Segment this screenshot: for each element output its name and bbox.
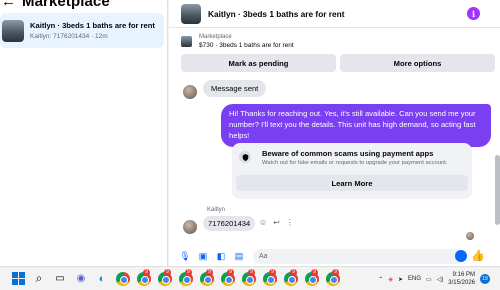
listing-small-thumbnail bbox=[181, 36, 192, 47]
chrome-profile-icon[interactable]: 9 bbox=[136, 268, 152, 287]
chevron-up-icon[interactable]: ⌃ bbox=[378, 276, 383, 283]
start-button[interactable] bbox=[10, 271, 26, 287]
header-thumbnail[interactable] bbox=[181, 3, 201, 24]
gif-icon[interactable]: ▤ bbox=[233, 250, 245, 262]
react-icon[interactable]: ☺ bbox=[259, 218, 267, 227]
listing-summary[interactable]: Marketplace $730 · 3beds 1 baths are for… bbox=[181, 34, 294, 49]
conversation-title: Kaitlyn · 3beds 1 baths are for rent bbox=[30, 21, 155, 30]
conversation-preview: Kaitlyn: 7176201434 · 12m bbox=[30, 33, 108, 40]
mark-as-pending-button[interactable]: Mark as pending bbox=[181, 54, 336, 72]
chrome-profile-icon[interactable]: 9 bbox=[178, 268, 194, 287]
conversation-list-pane: ← Marketplace Kaitlyn · 3beds 1 baths ar… bbox=[0, 0, 168, 266]
reply-icon[interactable]: ↩ bbox=[273, 218, 280, 227]
search-icon[interactable]: ⌕ bbox=[31, 271, 47, 287]
scam-warning-subtitle: Watch out for fake emails or requests to… bbox=[262, 160, 448, 166]
learn-more-button[interactable]: Learn More bbox=[236, 175, 468, 191]
left-header: ← Marketplace bbox=[0, 0, 110, 10]
location-icon[interactable]: ➤ bbox=[398, 276, 403, 283]
app-tray-icon[interactable]: ◈ bbox=[388, 276, 393, 283]
conversation-item[interactable]: Kaitlyn · 3beds 1 baths are for rent Kai… bbox=[0, 13, 164, 48]
chat-pane: Kaitlyn · 3beds 1 baths are for rent i M… bbox=[169, 0, 500, 266]
incoming-message-bubble: 7176201434 bbox=[203, 216, 256, 231]
clock[interactable]: 9:16 PM 3/15/2026 bbox=[448, 271, 475, 287]
chrome-profile-icon[interactable]: 9 bbox=[283, 268, 299, 287]
notification-badge: 9 bbox=[206, 268, 213, 276]
message-sent-bubble: Message sent bbox=[203, 80, 267, 97]
task-view-icon[interactable]: ▭ bbox=[52, 271, 68, 287]
language-indicator[interactable]: ENG bbox=[408, 276, 421, 282]
composer: 🎙 ▣ ◧ ▤ Aa 👍 bbox=[169, 246, 500, 266]
notification-badge: 9 bbox=[332, 268, 339, 276]
chrome-profile-icon[interactable]: 9 bbox=[262, 268, 278, 287]
more-options-button[interactable]: More options bbox=[340, 54, 495, 72]
microphone-icon[interactable]: 🎙 bbox=[179, 250, 191, 262]
notification-badge: 9 bbox=[269, 268, 276, 276]
chrome-profile-icon[interactable]: 9 bbox=[199, 268, 215, 287]
listing-thumbnail bbox=[2, 19, 24, 42]
avatar bbox=[183, 85, 197, 99]
notification-badge: 9 bbox=[164, 268, 171, 276]
like-icon[interactable]: 👍 bbox=[471, 249, 485, 262]
scrollbar[interactable] bbox=[495, 155, 500, 225]
notification-badge: 9 bbox=[248, 268, 255, 276]
sticker-icon[interactable]: ◧ bbox=[215, 250, 227, 262]
notification-count-icon[interactable]: 19 bbox=[480, 274, 490, 284]
notification-badge: 9 bbox=[185, 268, 192, 276]
notification-badge: 9 bbox=[143, 268, 150, 276]
chrome-profile-icon[interactable]: 9 bbox=[325, 268, 341, 287]
volume-icon[interactable]: ◁) bbox=[437, 276, 444, 283]
scam-warning-card: Beware of common scams using payment app… bbox=[232, 143, 472, 199]
system-tray: ⌃ ◈ ➤ ENG ▭ ◁) 9:16 PM 3/15/2026 19 bbox=[378, 267, 490, 290]
message-input[interactable]: Aa bbox=[253, 248, 463, 264]
outgoing-message-bubble: Hi! Thanks for reaching out. Yes, it's s… bbox=[221, 104, 491, 147]
windows-icon bbox=[11, 272, 25, 285]
chrome-icon[interactable] bbox=[115, 271, 131, 287]
notification-badge: 9 bbox=[227, 268, 234, 276]
taskbar: ⌕ ▭ ◉ ◐ 9 9 9 9 9 9 9 9 9 9 ⌃ ◈ ➤ ENG ▭ … bbox=[0, 266, 500, 290]
seen-avatar bbox=[466, 232, 474, 240]
chat-header: Kaitlyn · 3beds 1 baths are for rent i bbox=[169, 0, 500, 28]
chrome-profile-icon[interactable]: 9 bbox=[157, 268, 173, 287]
clock-time: 9:16 PM bbox=[452, 272, 475, 278]
message-actions: ☺ ↩ ⋮ bbox=[259, 218, 294, 227]
listing-description: $730 · 3beds 1 baths are for rent bbox=[199, 42, 294, 49]
more-icon[interactable]: ⋮ bbox=[286, 218, 294, 227]
network-icon[interactable]: ▭ bbox=[426, 276, 432, 283]
shield-icon bbox=[239, 151, 251, 163]
notification-badge: 9 bbox=[290, 268, 297, 276]
chrome-profile-icon[interactable]: 9 bbox=[304, 268, 320, 287]
clock-date: 3/15/2026 bbox=[448, 280, 475, 286]
emoji-icon[interactable] bbox=[455, 250, 467, 262]
notification-badge: 9 bbox=[311, 268, 318, 276]
sender-name: Kaitlyn bbox=[207, 207, 226, 213]
image-icon[interactable]: ▣ bbox=[197, 250, 209, 262]
chrome-profile-icon[interactable]: 9 bbox=[220, 268, 236, 287]
avatar bbox=[183, 220, 197, 234]
chat-app-icon[interactable]: ◉ bbox=[73, 271, 89, 287]
scam-warning-title: Beware of common scams using payment app… bbox=[262, 149, 434, 158]
chat-title[interactable]: Kaitlyn · 3beds 1 baths are for rent bbox=[208, 9, 344, 19]
info-icon[interactable]: i bbox=[467, 7, 480, 20]
page-title: Marketplace bbox=[22, 0, 110, 10]
edge-icon[interactable]: ◐ bbox=[94, 271, 110, 287]
back-arrow-icon[interactable]: ← bbox=[0, 0, 16, 9]
listing-source-label: Marketplace bbox=[199, 34, 232, 40]
chrome-profile-icon[interactable]: 9 bbox=[241, 268, 257, 287]
